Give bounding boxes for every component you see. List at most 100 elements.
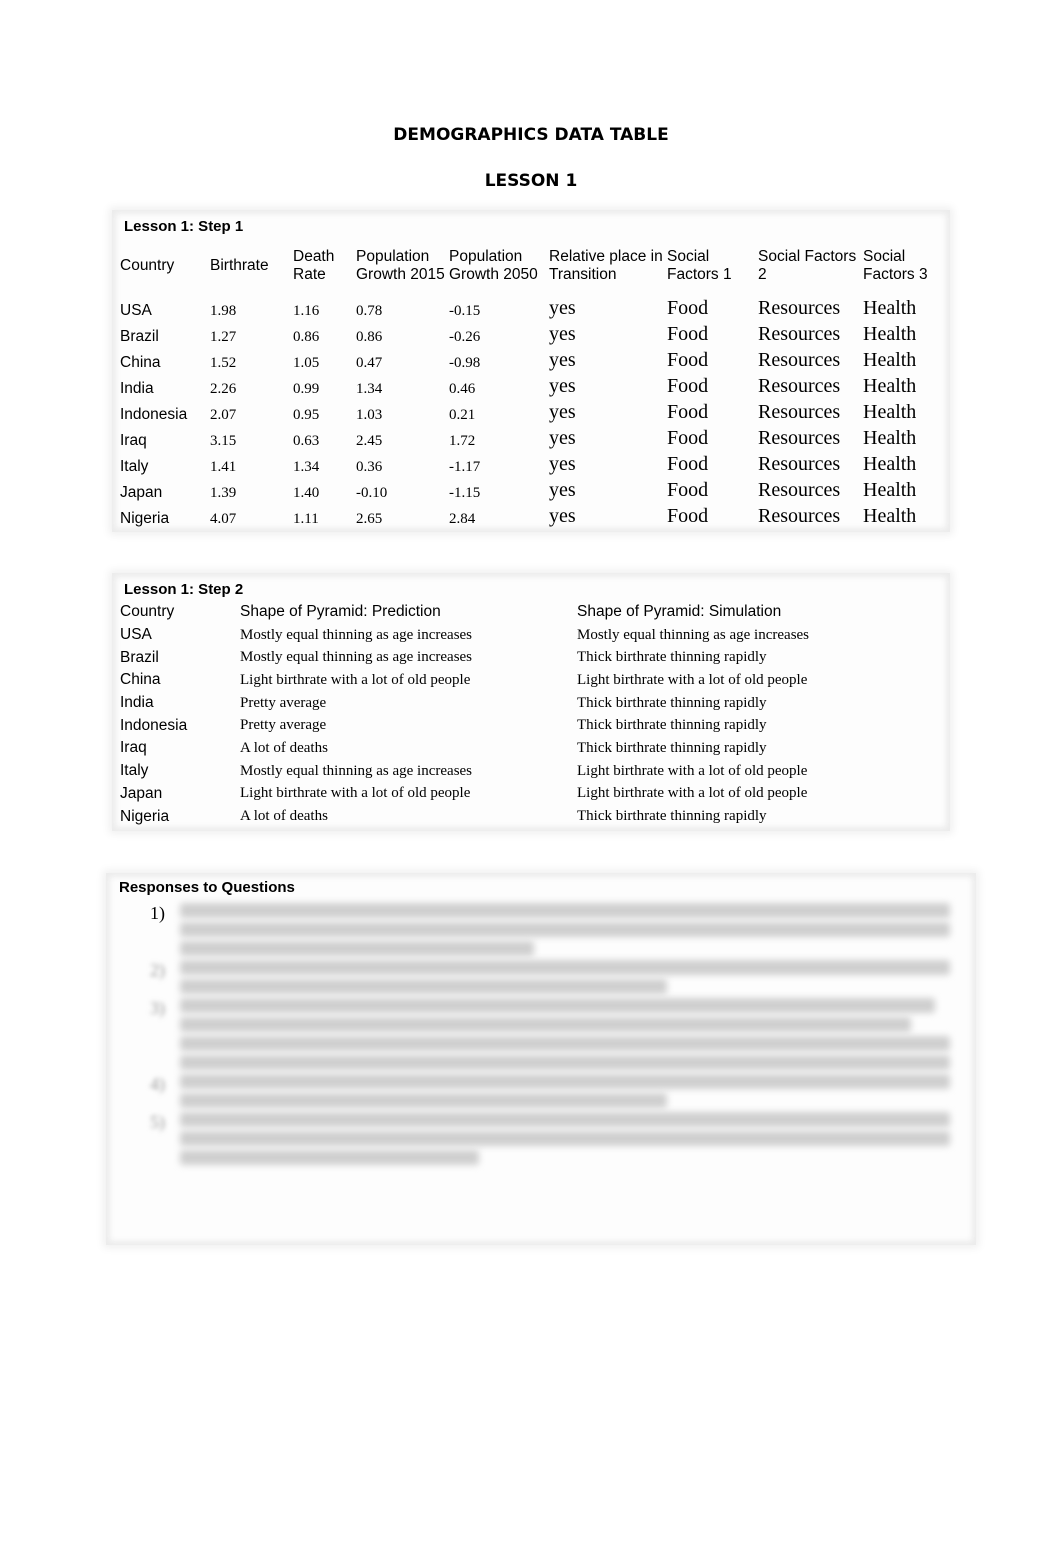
growth-2050-cell: -0.98	[449, 355, 481, 371]
simulation-cell: Thick birthrate thinning rapidly	[577, 739, 767, 756]
blurred-text-line	[180, 1112, 951, 1127]
header-social-factors-1: Social Factors 1	[667, 248, 732, 283]
social-factor-2-cell: Resources	[758, 375, 841, 397]
blurred-text-line	[180, 1055, 951, 1070]
social-factor-3-cell: Health	[863, 505, 917, 527]
social-factor-2-cell: Resources	[758, 479, 841, 501]
growth-2015-cell: 0.47	[356, 355, 383, 371]
response-number: 2)	[150, 960, 165, 980]
table-row: USA Mostly equal thinning as age increase…	[120, 624, 937, 647]
blurred-text-line	[180, 1093, 668, 1108]
country-cell: Italy	[120, 762, 149, 780]
table-row: Nigeria 4.07 1.11 2.65 2.84 yes Food Resources H…	[120, 502, 943, 528]
country-cell: USA	[120, 302, 152, 319]
country-cell: Iraq	[120, 432, 147, 449]
country-cell: India	[120, 694, 154, 712]
step2-table-box: Lesson 1: Step 2 Country Shape of Pyrami…	[112, 573, 950, 831]
social-factor-3-cell: Health	[863, 375, 917, 397]
simulation-cell: Thick birthrate thinning rapidly	[577, 808, 767, 825]
death-rate-cell: 1.40	[293, 485, 320, 501]
header-birthrate: Birthrate	[210, 257, 269, 274]
prediction-cell: Pretty average	[240, 717, 327, 734]
simulation-cell: Light birthrate with a lot of old people	[577, 671, 808, 688]
country-cell: Indonesia	[120, 716, 188, 734]
table-row: Indonesia 2.07 0.95 1.03 0.21 yes Food Resource…	[120, 398, 943, 424]
simulation-cell: Thick birthrate thinning rapidly	[577, 717, 767, 734]
social-factor-1-cell: Food	[667, 349, 709, 371]
blurred-text-line	[180, 979, 668, 994]
death-rate-cell: 0.99	[293, 381, 320, 397]
social-factor-3-cell: Health	[863, 427, 917, 449]
growth-2050-cell: -1.17	[449, 459, 481, 475]
growth-2050-cell: -0.15	[449, 303, 481, 319]
growth-2015-cell: 2.65	[356, 511, 383, 527]
social-factor-1-cell: Food	[667, 401, 709, 423]
table-row: Iraq A lot of deaths Thick birthrate thinn…	[120, 737, 937, 760]
country-cell: China	[120, 354, 161, 371]
table-row: China Light birthrate with a lot of old p…	[120, 669, 937, 692]
header-country: Country	[120, 603, 175, 621]
social-factor-3-cell: Health	[863, 349, 917, 371]
death-rate-cell: 1.05	[293, 355, 320, 371]
blurred-text-line	[180, 1017, 911, 1032]
growth-2015-cell: -0.10	[356, 485, 388, 501]
growth-2050-cell: 1.72	[449, 433, 476, 449]
prediction-cell: A lot of deaths	[240, 739, 328, 756]
header-social-factors-2: Social Factors 2	[758, 248, 857, 283]
growth-2015-cell: 1.34	[356, 381, 383, 397]
header-prediction: Shape of Pyramid: Prediction	[240, 603, 441, 621]
blurred-text-line	[180, 903, 951, 918]
step1-table-box: Lesson 1: Step 1 Country Birthrate Death…	[112, 210, 950, 532]
country-cell: Brazil	[120, 328, 159, 345]
birthrate-cell: 3.15	[210, 433, 237, 449]
prediction-cell: Mostly equal thinning as age increases	[240, 626, 473, 643]
country-cell: USA	[120, 626, 152, 644]
header-country: Country	[120, 257, 175, 274]
blurred-text-line	[180, 1036, 951, 1051]
response-number: 5)	[150, 1112, 165, 1132]
blurred-text-line	[180, 960, 951, 975]
growth-2050-cell: 0.46	[449, 381, 476, 397]
country-cell: Japan	[120, 484, 163, 501]
social-factor-2-cell: Resources	[758, 453, 841, 475]
step1-table: Country Birthrate Death Rate Population …	[120, 238, 943, 528]
social-factor-2-cell: Resources	[758, 297, 841, 319]
social-factor-1-cell: Food	[667, 479, 709, 501]
blurred-text-line	[180, 941, 534, 956]
table-row: Indonesia Pretty average Thick birthrate t…	[120, 714, 937, 737]
growth-2050-cell: -0.26	[449, 329, 481, 345]
prediction-cell: Light birthrate with a lot of old people	[240, 785, 471, 802]
growth-2015-cell: 0.86	[356, 329, 383, 345]
growth-2050-cell: 2.84	[449, 511, 476, 527]
response-item: 2)	[146, 960, 966, 994]
social-factor-1-cell: Food	[667, 297, 709, 319]
response-item: 5)	[146, 1112, 966, 1165]
step1-header-row: Country Birthrate Death Rate Population …	[120, 238, 943, 294]
responses-list: 1) 2) 3) 4) 5)	[146, 899, 966, 1169]
death-rate-cell: 0.86	[293, 329, 320, 345]
country-cell: Nigeria	[120, 807, 170, 825]
country-cell: Indonesia	[120, 406, 188, 423]
growth-2050-cell: 0.21	[449, 407, 476, 423]
header-social-factors-3: Social Factors 3	[863, 248, 928, 283]
header-death-rate: Death Rate	[293, 248, 335, 283]
blurred-text-line	[180, 1131, 951, 1146]
table-row: Italy 1.41 1.34 0.36 -1.17 yes Food Resources He…	[120, 450, 943, 476]
simulation-cell: Thick birthrate thinning rapidly	[577, 694, 767, 711]
blurred-text-line	[180, 998, 935, 1013]
table-row: Brazil Mostly equal thinning as age incre…	[120, 646, 937, 669]
birthrate-cell: 4.07	[210, 511, 237, 527]
header-transition: Relative place in Transition	[549, 248, 663, 283]
response-item: 4)	[146, 1074, 966, 1108]
growth-2050-cell: -1.15	[449, 485, 481, 501]
header-growth-2015: Population Growth 2015	[356, 248, 445, 283]
transition-cell: yes	[549, 297, 576, 319]
growth-2015-cell: 0.36	[356, 459, 383, 475]
document-title: DEMOGRAPHICS DATA TABLE	[393, 125, 669, 145]
birthrate-cell: 1.52	[210, 355, 237, 371]
response-number: 1)	[150, 903, 165, 923]
social-factor-2-cell: Resources	[758, 505, 841, 527]
prediction-cell: Mostly equal thinning as age increases	[240, 762, 473, 779]
transition-cell: yes	[549, 453, 576, 475]
responses-title: Responses to Questions	[119, 879, 295, 896]
